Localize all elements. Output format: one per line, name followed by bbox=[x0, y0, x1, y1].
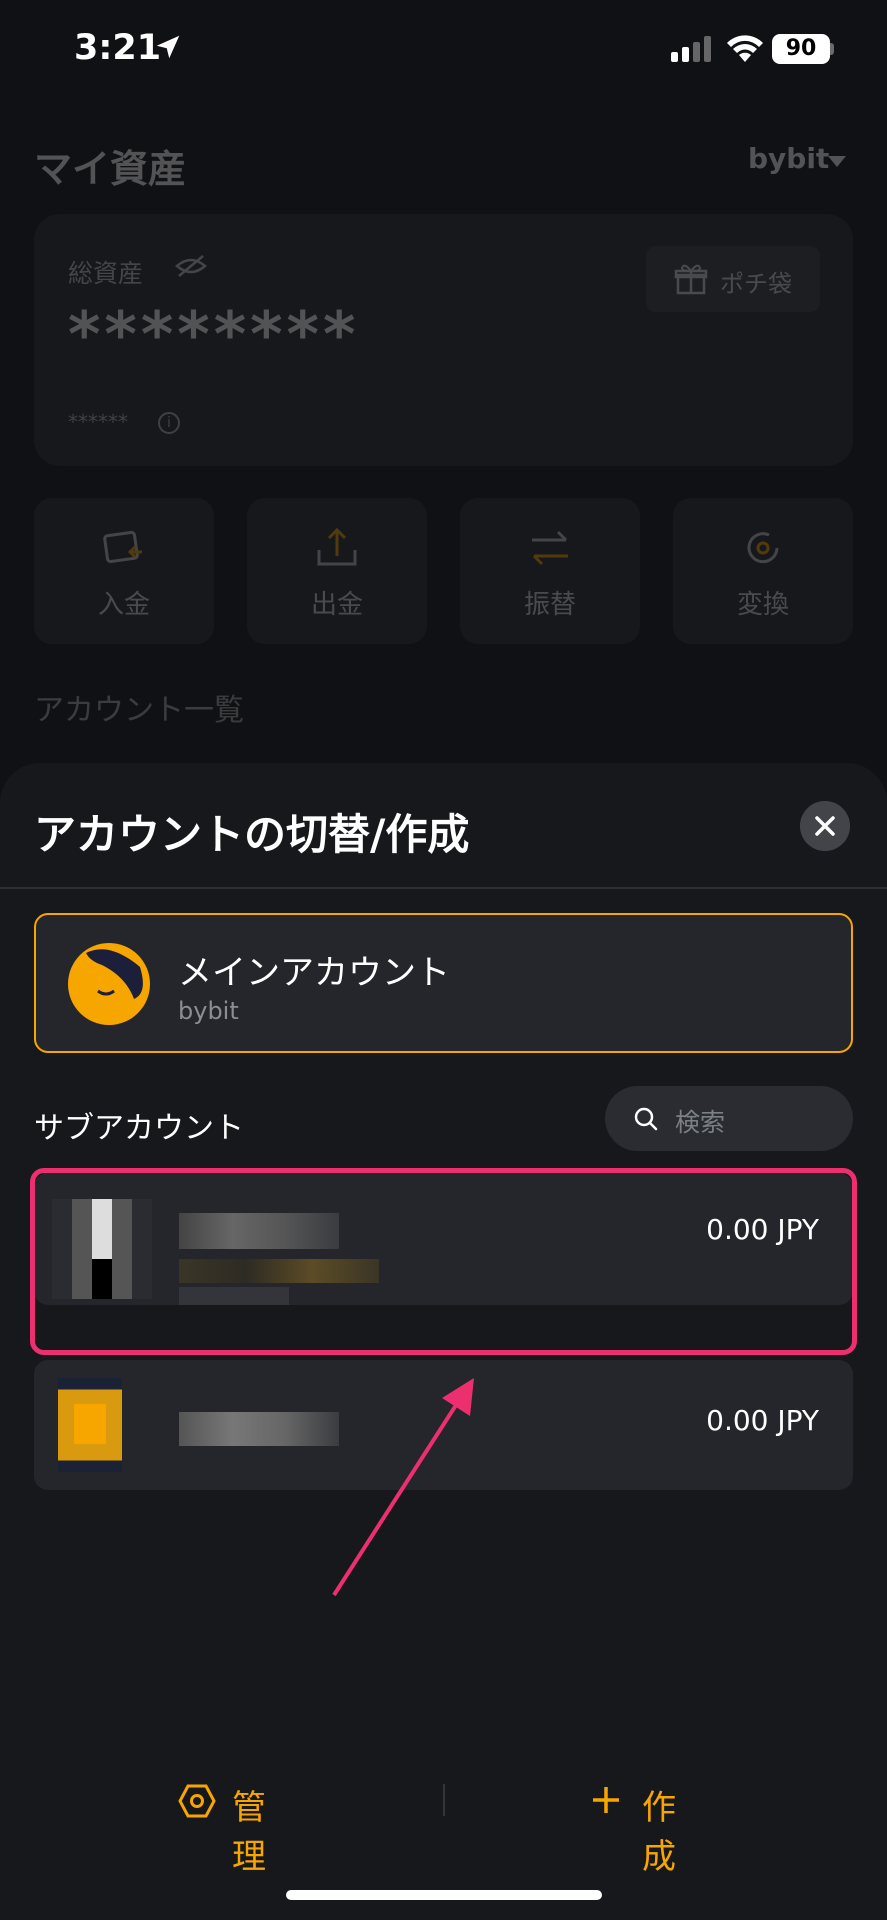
gift-icon bbox=[674, 264, 708, 295]
gift-button[interactable]: ポチ袋 bbox=[646, 246, 820, 312]
main-account-exchange: bybit bbox=[178, 997, 239, 1025]
bottom-action-bar: 管理 作成 bbox=[0, 1740, 887, 1877]
divider bbox=[443, 1784, 445, 1816]
search-placeholder: 検索 bbox=[675, 1108, 726, 1137]
wifi-icon bbox=[727, 35, 763, 62]
total-assets-card: 総資産 ******** ****** i ポチ袋 bbox=[34, 214, 853, 466]
withdraw-button[interactable]: 出金 bbox=[247, 498, 427, 644]
sub-account-amount: 0.00 JPY bbox=[706, 1404, 819, 1437]
eye-off-icon[interactable] bbox=[174, 252, 208, 280]
avatar bbox=[68, 943, 150, 1025]
masked-sub-balance: ****** bbox=[68, 410, 128, 434]
close-icon[interactable] bbox=[800, 801, 850, 851]
page-title: マイ資産 bbox=[34, 147, 187, 191]
main-account-card[interactable]: メインアカウント bybit bbox=[34, 913, 853, 1053]
accounts-section-title: アカウント一覧 bbox=[34, 693, 244, 728]
transfer-button[interactable]: 振替 bbox=[460, 498, 640, 644]
sub-account-row[interactable]: 0.00 JPY bbox=[34, 1360, 853, 1490]
settings-hexagon-icon bbox=[178, 1784, 216, 1818]
total-assets-label: 総資産 bbox=[68, 259, 144, 288]
sub-accounts-label: サブアカウント bbox=[34, 1111, 244, 1146]
blurred-name bbox=[179, 1412, 339, 1446]
deposit-label: 入金 bbox=[97, 590, 150, 620]
divider bbox=[0, 887, 887, 889]
battery-tip bbox=[830, 43, 834, 55]
main-account-name: メインアカウント bbox=[178, 953, 450, 993]
search-icon bbox=[634, 1107, 658, 1131]
deposit-icon bbox=[103, 530, 142, 564]
exchange-selector[interactable]: bybit bbox=[748, 142, 829, 175]
transfer-label: 振替 bbox=[523, 590, 576, 620]
caret-down-icon bbox=[828, 156, 846, 167]
search-input[interactable]: 検索 bbox=[605, 1086, 853, 1151]
manage-label: 管理 bbox=[232, 1788, 266, 1877]
deposit-button[interactable]: 入金 bbox=[34, 498, 214, 644]
location-arrow-icon bbox=[156, 35, 180, 59]
battery-indicator: 90 bbox=[772, 34, 830, 64]
avatar-detail bbox=[74, 1404, 106, 1444]
background-page: マイ資産 bybit 総資産 ******** ****** i ポチ袋 入金 bbox=[0, 100, 887, 800]
gift-button-label: ポチ袋 bbox=[720, 270, 792, 298]
create-label: 作成 bbox=[642, 1788, 676, 1877]
home-indicator bbox=[286, 1890, 602, 1900]
status-bar: 3:21 90 bbox=[0, 0, 887, 100]
withdraw-icon bbox=[317, 527, 357, 566]
cellular-signal-icon bbox=[671, 36, 711, 62]
highlight-box bbox=[30, 1168, 857, 1355]
withdraw-label: 出金 bbox=[310, 590, 363, 620]
sheet-title: アカウントの切替/作成 bbox=[34, 810, 470, 859]
convert-label: 変換 bbox=[736, 590, 789, 620]
transfer-icon bbox=[532, 530, 568, 566]
convert-button[interactable]: 変換 bbox=[673, 498, 853, 644]
masked-balance: ******** bbox=[68, 298, 360, 371]
convert-icon bbox=[747, 532, 779, 564]
clock: 3:21 bbox=[74, 28, 162, 68]
info-icon[interactable]: i bbox=[158, 412, 180, 434]
plus-icon bbox=[593, 1787, 619, 1813]
